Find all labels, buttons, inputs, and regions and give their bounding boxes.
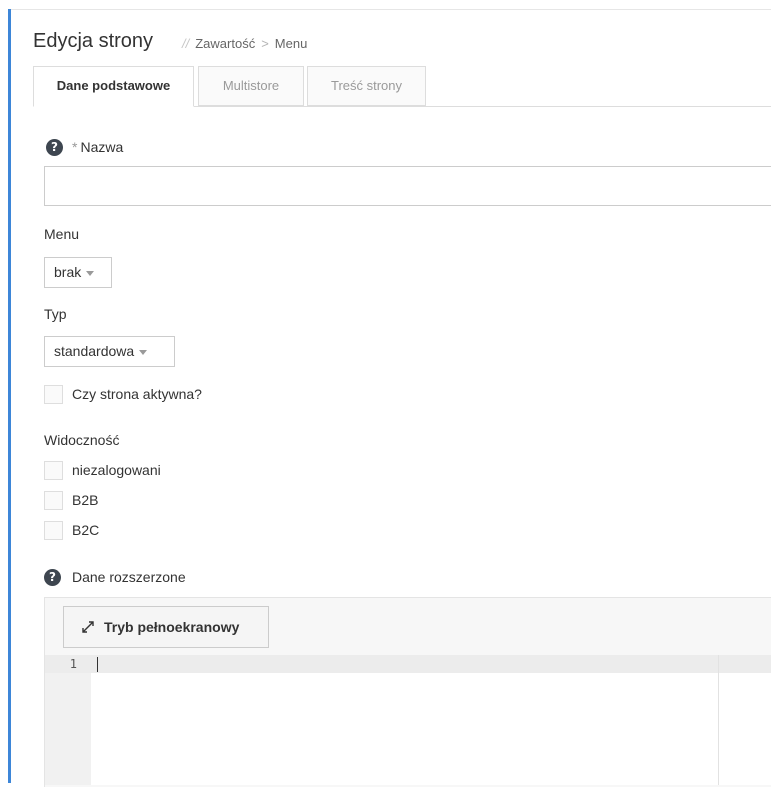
breadcrumb-arrow-icon: > [261, 36, 269, 51]
type-select[interactable]: standardowa [44, 336, 175, 367]
menu-label: Menu [44, 226, 80, 242]
tab-dane-podstawowe[interactable]: Dane podstawowe [33, 66, 194, 107]
breadcrumb: // Zawartość > Menu [182, 36, 307, 51]
code-editor-textarea[interactable] [45, 655, 771, 785]
tab-multistore[interactable]: Multistore [198, 66, 304, 106]
active-checkbox-label[interactable]: Czy strona aktywna? [72, 386, 202, 402]
page-title: Edycja strony [33, 30, 154, 52]
visibility-checkbox-niezalogowani[interactable] [44, 461, 63, 480]
caret-down-icon [86, 270, 95, 276]
breadcrumb-item-menu[interactable]: Menu [275, 36, 308, 51]
menu-select[interactable]: brak [44, 257, 112, 288]
visibility-option-b2c[interactable]: B2C [72, 522, 99, 538]
active-line-highlight [45, 655, 771, 673]
breadcrumb-item-zawartosc[interactable]: Zawartość [195, 36, 255, 51]
tabs-bar: Dane podstawowe Multistore Treść strony [33, 66, 771, 107]
tab-tresc-strony[interactable]: Treść strony [307, 66, 426, 106]
visibility-checkbox-b2b[interactable] [44, 491, 63, 510]
type-select-value: standardowa [54, 343, 135, 359]
breadcrumb-separator: // [182, 36, 190, 51]
type-label: Typ [44, 306, 67, 322]
line-number: 1 [69, 657, 77, 671]
name-input[interactable] [44, 166, 771, 206]
menu-select-value: brak [54, 264, 82, 280]
code-editor-gutter [45, 655, 91, 785]
visibility-checkbox-b2c[interactable] [44, 521, 63, 540]
active-checkbox[interactable] [44, 385, 63, 404]
extended-data-label: Dane rozszerzone [72, 569, 186, 585]
fullscreen-button-label: Tryb pełnoekranowy [104, 619, 240, 635]
visibility-label: Widoczność [44, 432, 120, 448]
text-cursor [97, 657, 98, 672]
caret-down-icon [139, 349, 148, 355]
expand-arrows-icon [82, 621, 94, 633]
question-circle-icon[interactable]: ? [46, 139, 63, 156]
name-label: * Nazwa [72, 139, 123, 155]
name-label-text: Nazwa [80, 139, 124, 155]
visibility-option-niezalogowani[interactable]: niezalogowani [72, 462, 161, 478]
required-mark: * [72, 139, 78, 155]
visibility-option-b2b[interactable]: B2B [72, 492, 98, 508]
question-circle-icon[interactable]: ? [44, 569, 61, 586]
print-margin-line [718, 655, 719, 785]
fullscreen-button[interactable]: Tryb pełnoekranowy [63, 606, 269, 648]
